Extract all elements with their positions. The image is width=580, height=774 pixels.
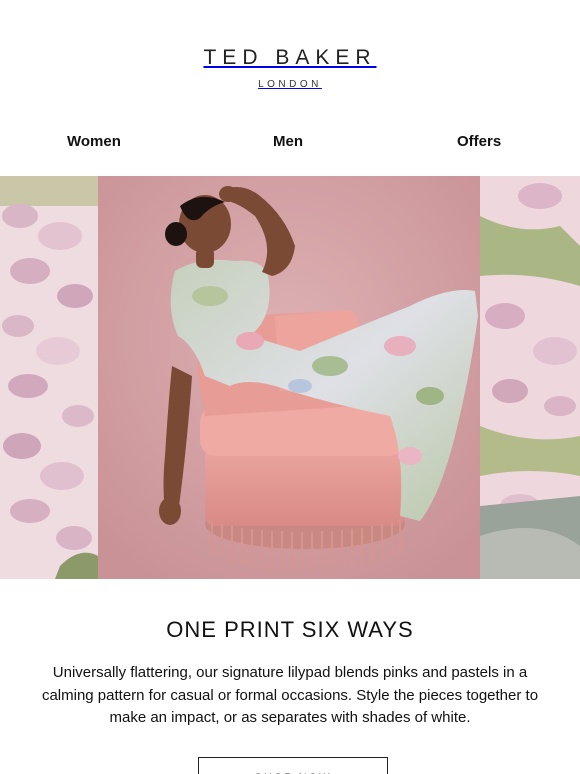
nav-item-men[interactable]: Men	[273, 133, 303, 150]
section-headline: ONE PRINT SIX WAYS	[166, 617, 414, 642]
model-in-floral-dress-on-pink-chair-image	[0, 176, 580, 579]
left-floral-panel	[0, 176, 98, 579]
nav-item-offers[interactable]: Offers	[457, 133, 501, 150]
brand-name: TED BAKER	[203, 46, 377, 69]
shop-now-button[interactable]: SHOP NOW	[198, 757, 388, 774]
brand-logo[interactable]: TED BAKER LONDON	[0, 46, 580, 90]
hero-image[interactable]	[0, 176, 580, 579]
nav-item-women[interactable]: Women	[67, 133, 121, 150]
section-body-text: Universally flattering, our signature li…	[41, 664, 539, 726]
main-nav: Women Men Offers	[0, 133, 580, 153]
right-floral-panel	[480, 176, 580, 579]
brand-location: LONDON	[258, 79, 322, 90]
